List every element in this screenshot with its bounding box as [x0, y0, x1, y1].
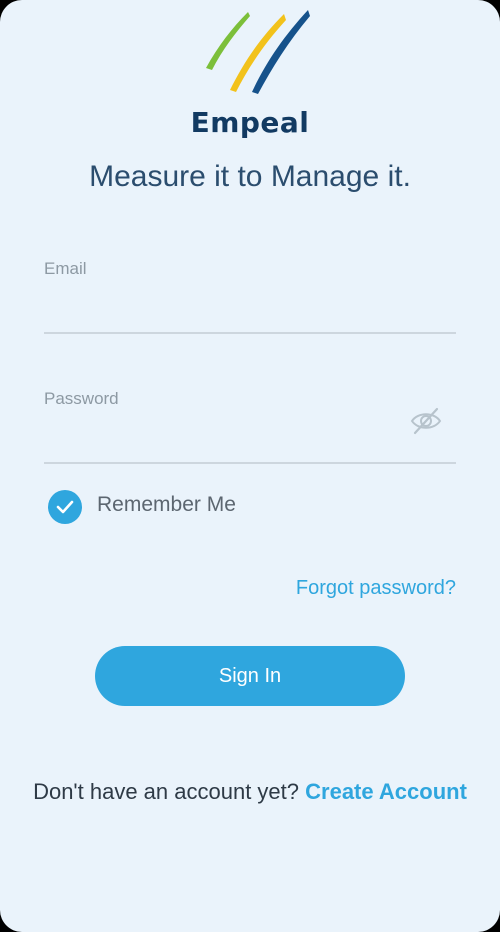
email-underline: [44, 332, 456, 334]
tagline: Measure it to Manage it.: [89, 160, 411, 193]
forgot-password-link[interactable]: Forgot password?: [296, 577, 456, 600]
login-screen: Empeal Measure it to Manage it. Email Pa…: [0, 0, 500, 932]
create-account-row: Don't have an account yet? Create Accoun…: [0, 779, 500, 805]
brand-name: Empeal: [190, 106, 310, 139]
sign-in-button[interactable]: Sign In: [95, 646, 405, 706]
password-underline: [44, 462, 456, 464]
remember-me-checkbox[interactable]: [48, 490, 82, 524]
no-account-prompt: Don't have an account yet?: [33, 779, 300, 804]
remember-me-label: Remember Me: [97, 493, 236, 516]
eye-slash-icon: [410, 407, 442, 435]
create-account-link[interactable]: Create Account: [305, 779, 467, 804]
tri-stripe-logo-icon: [206, 10, 310, 94]
email-label: Email: [44, 259, 87, 278]
password-visibility-toggle[interactable]: [408, 406, 444, 436]
password-input[interactable]: [44, 423, 404, 457]
password-label: Password: [44, 389, 119, 408]
check-icon: [56, 500, 74, 514]
email-input[interactable]: [44, 293, 456, 327]
